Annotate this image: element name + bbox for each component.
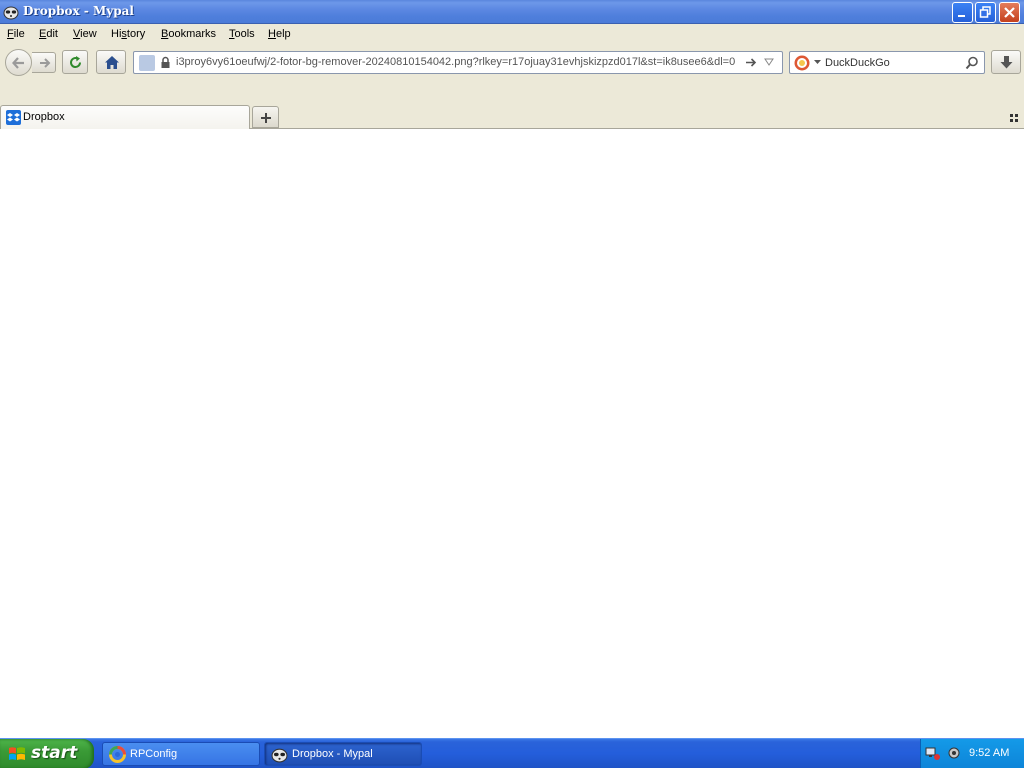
engine-dropdown-icon[interactable] xyxy=(814,60,821,64)
start-label: start xyxy=(31,743,78,763)
network-icon[interactable] xyxy=(925,745,941,761)
taskbar-item-label: RPConfig xyxy=(130,748,178,760)
tab-label: Dropbox xyxy=(23,111,65,123)
taskbar-item-label: Dropbox - Mypal xyxy=(292,748,373,760)
download-icon xyxy=(1000,56,1013,69)
taskbar: start RPConfig Dropbox - Mypal 9:52 AM xyxy=(0,738,1024,768)
list-all-tabs-icon[interactable] xyxy=(1008,112,1020,124)
system-tray: 9:52 AM xyxy=(920,739,1024,768)
menu-file[interactable]: File xyxy=(7,28,25,40)
search-icon[interactable] xyxy=(965,56,979,70)
reload-icon xyxy=(70,56,82,69)
tray-icons xyxy=(925,745,963,764)
site-identity-icon[interactable] xyxy=(139,55,155,71)
windows-logo-icon xyxy=(9,747,25,760)
window-title: Dropbox - Mypal xyxy=(23,4,134,18)
duckduckgo-icon[interactable] xyxy=(794,55,810,71)
navigation-toolbar: i3proy6vy61oeufwj/2-fotor-bg-remover-202… xyxy=(0,45,1024,83)
menu-view[interactable]: View xyxy=(73,28,97,40)
clock[interactable]: 9:52 AM xyxy=(969,747,1009,759)
dropbox-favicon-icon xyxy=(6,110,21,125)
tab-strip: Dropbox xyxy=(0,83,1024,129)
mypal-app-icon[interactable] xyxy=(3,4,19,20)
url-history-dropdown-icon[interactable] xyxy=(764,58,774,66)
title-bar[interactable]: Dropbox - Mypal xyxy=(0,0,1024,24)
new-tab-button[interactable] xyxy=(252,106,279,128)
restore-button[interactable] xyxy=(975,2,996,23)
taskbar-item-rpconfig[interactable]: RPConfig xyxy=(102,742,260,766)
plus-icon xyxy=(261,113,271,123)
rpconfig-icon xyxy=(109,746,126,763)
downloads-button[interactable] xyxy=(991,50,1021,74)
home-button[interactable] xyxy=(96,50,126,74)
reload-button[interactable] xyxy=(62,50,88,74)
url-text[interactable]: i3proy6vy61oeufwj/2-fotor-bg-remover-202… xyxy=(176,56,742,68)
page-content[interactable] xyxy=(0,129,1024,738)
taskbar-item-dropbox-mypal[interactable]: Dropbox - Mypal xyxy=(264,742,422,766)
minimize-icon xyxy=(958,15,965,17)
go-arrow-icon[interactable] xyxy=(745,56,758,69)
settings-gear-icon[interactable] xyxy=(945,745,963,761)
close-button[interactable] xyxy=(999,2,1020,23)
forward-icon xyxy=(40,58,51,68)
back-forward-group xyxy=(5,49,56,76)
close-icon xyxy=(1004,7,1015,18)
search-placeholder[interactable]: DuckDuckGo xyxy=(825,57,890,69)
address-bar[interactable]: i3proy6vy61oeufwj/2-fotor-bg-remover-202… xyxy=(133,51,783,74)
search-bar[interactable]: DuckDuckGo xyxy=(789,51,985,74)
tab-dropbox[interactable]: Dropbox xyxy=(0,105,250,129)
back-button[interactable] xyxy=(5,49,32,76)
menu-edit[interactable]: Edit xyxy=(39,28,58,40)
start-button[interactable]: start xyxy=(0,739,94,768)
menu-history[interactable]: History xyxy=(111,28,145,40)
home-icon xyxy=(105,56,119,69)
forward-button[interactable] xyxy=(32,52,56,73)
back-icon xyxy=(12,57,24,69)
lock-icon[interactable] xyxy=(160,56,171,69)
menu-bar: File Edit View History Bookmarks Tools H… xyxy=(0,24,1024,45)
minimize-button[interactable] xyxy=(952,2,973,23)
menu-bookmarks[interactable]: Bookmarks xyxy=(161,28,216,40)
mypal-app-icon xyxy=(271,748,288,763)
menu-help[interactable]: Help xyxy=(268,28,291,40)
restore-icon xyxy=(979,6,991,18)
menu-tools[interactable]: Tools xyxy=(229,28,255,40)
